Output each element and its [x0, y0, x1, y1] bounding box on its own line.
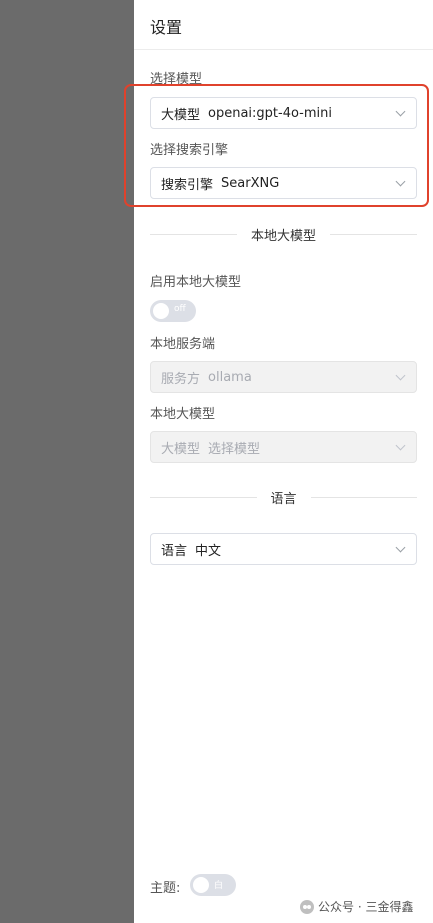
local-server-select: 服务方 ollama — [150, 361, 417, 393]
language-select-prefix: 语言 — [161, 543, 188, 559]
divider-line — [310, 496, 418, 498]
wechat-icon — [300, 899, 314, 914]
theme-label: 主题: — [150, 881, 181, 896]
theme-switch-text: 白 — [214, 881, 224, 891]
divider-line — [330, 233, 418, 235]
switch-knob — [153, 303, 169, 319]
local-server-select-value: ollama — [208, 369, 252, 385]
language-select[interactable]: 语言 中文 — [150, 533, 417, 565]
chevron-down-icon — [395, 440, 406, 450]
modal-overlay[interactable] — [0, 0, 134, 923]
local-server-label: 本地服务端 — [150, 337, 216, 352]
divider-line — [150, 496, 257, 498]
local-model-section-title: 本地大模型 — [251, 228, 317, 244]
local-model-select-value: 选择模型 — [208, 441, 261, 457]
enable-local-model-label: 启用本地大模型 — [150, 275, 242, 290]
switch-knob — [193, 877, 209, 893]
language-select-value: 中文 — [195, 543, 222, 559]
local-model-select: 大模型 选择模型 — [150, 431, 417, 463]
switch-state-text: off — [174, 304, 186, 314]
watermark-text: 公众号 · 三金得鑫 — [318, 900, 414, 914]
theme-switch[interactable]: 白 — [190, 874, 236, 896]
local-model-divider: 本地大模型 — [150, 226, 418, 244]
enable-local-model-switch[interactable]: off — [150, 300, 196, 322]
local-server-select-prefix: 服务方 — [161, 371, 201, 387]
language-section-title: 语言 — [270, 491, 297, 507]
highlight-box — [124, 84, 429, 207]
local-model-select-prefix: 大模型 — [161, 441, 201, 457]
language-divider: 语言 — [150, 489, 418, 507]
panel-header: 设置 — [134, 0, 433, 50]
chevron-down-icon — [395, 370, 406, 380]
divider-line — [150, 233, 237, 235]
panel-title: 设置 — [150, 18, 183, 37]
local-model-label: 本地大模型 — [150, 407, 216, 422]
chevron-down-icon — [395, 542, 406, 552]
watermark: 公众号 · 三金得鑫 — [300, 898, 413, 915]
